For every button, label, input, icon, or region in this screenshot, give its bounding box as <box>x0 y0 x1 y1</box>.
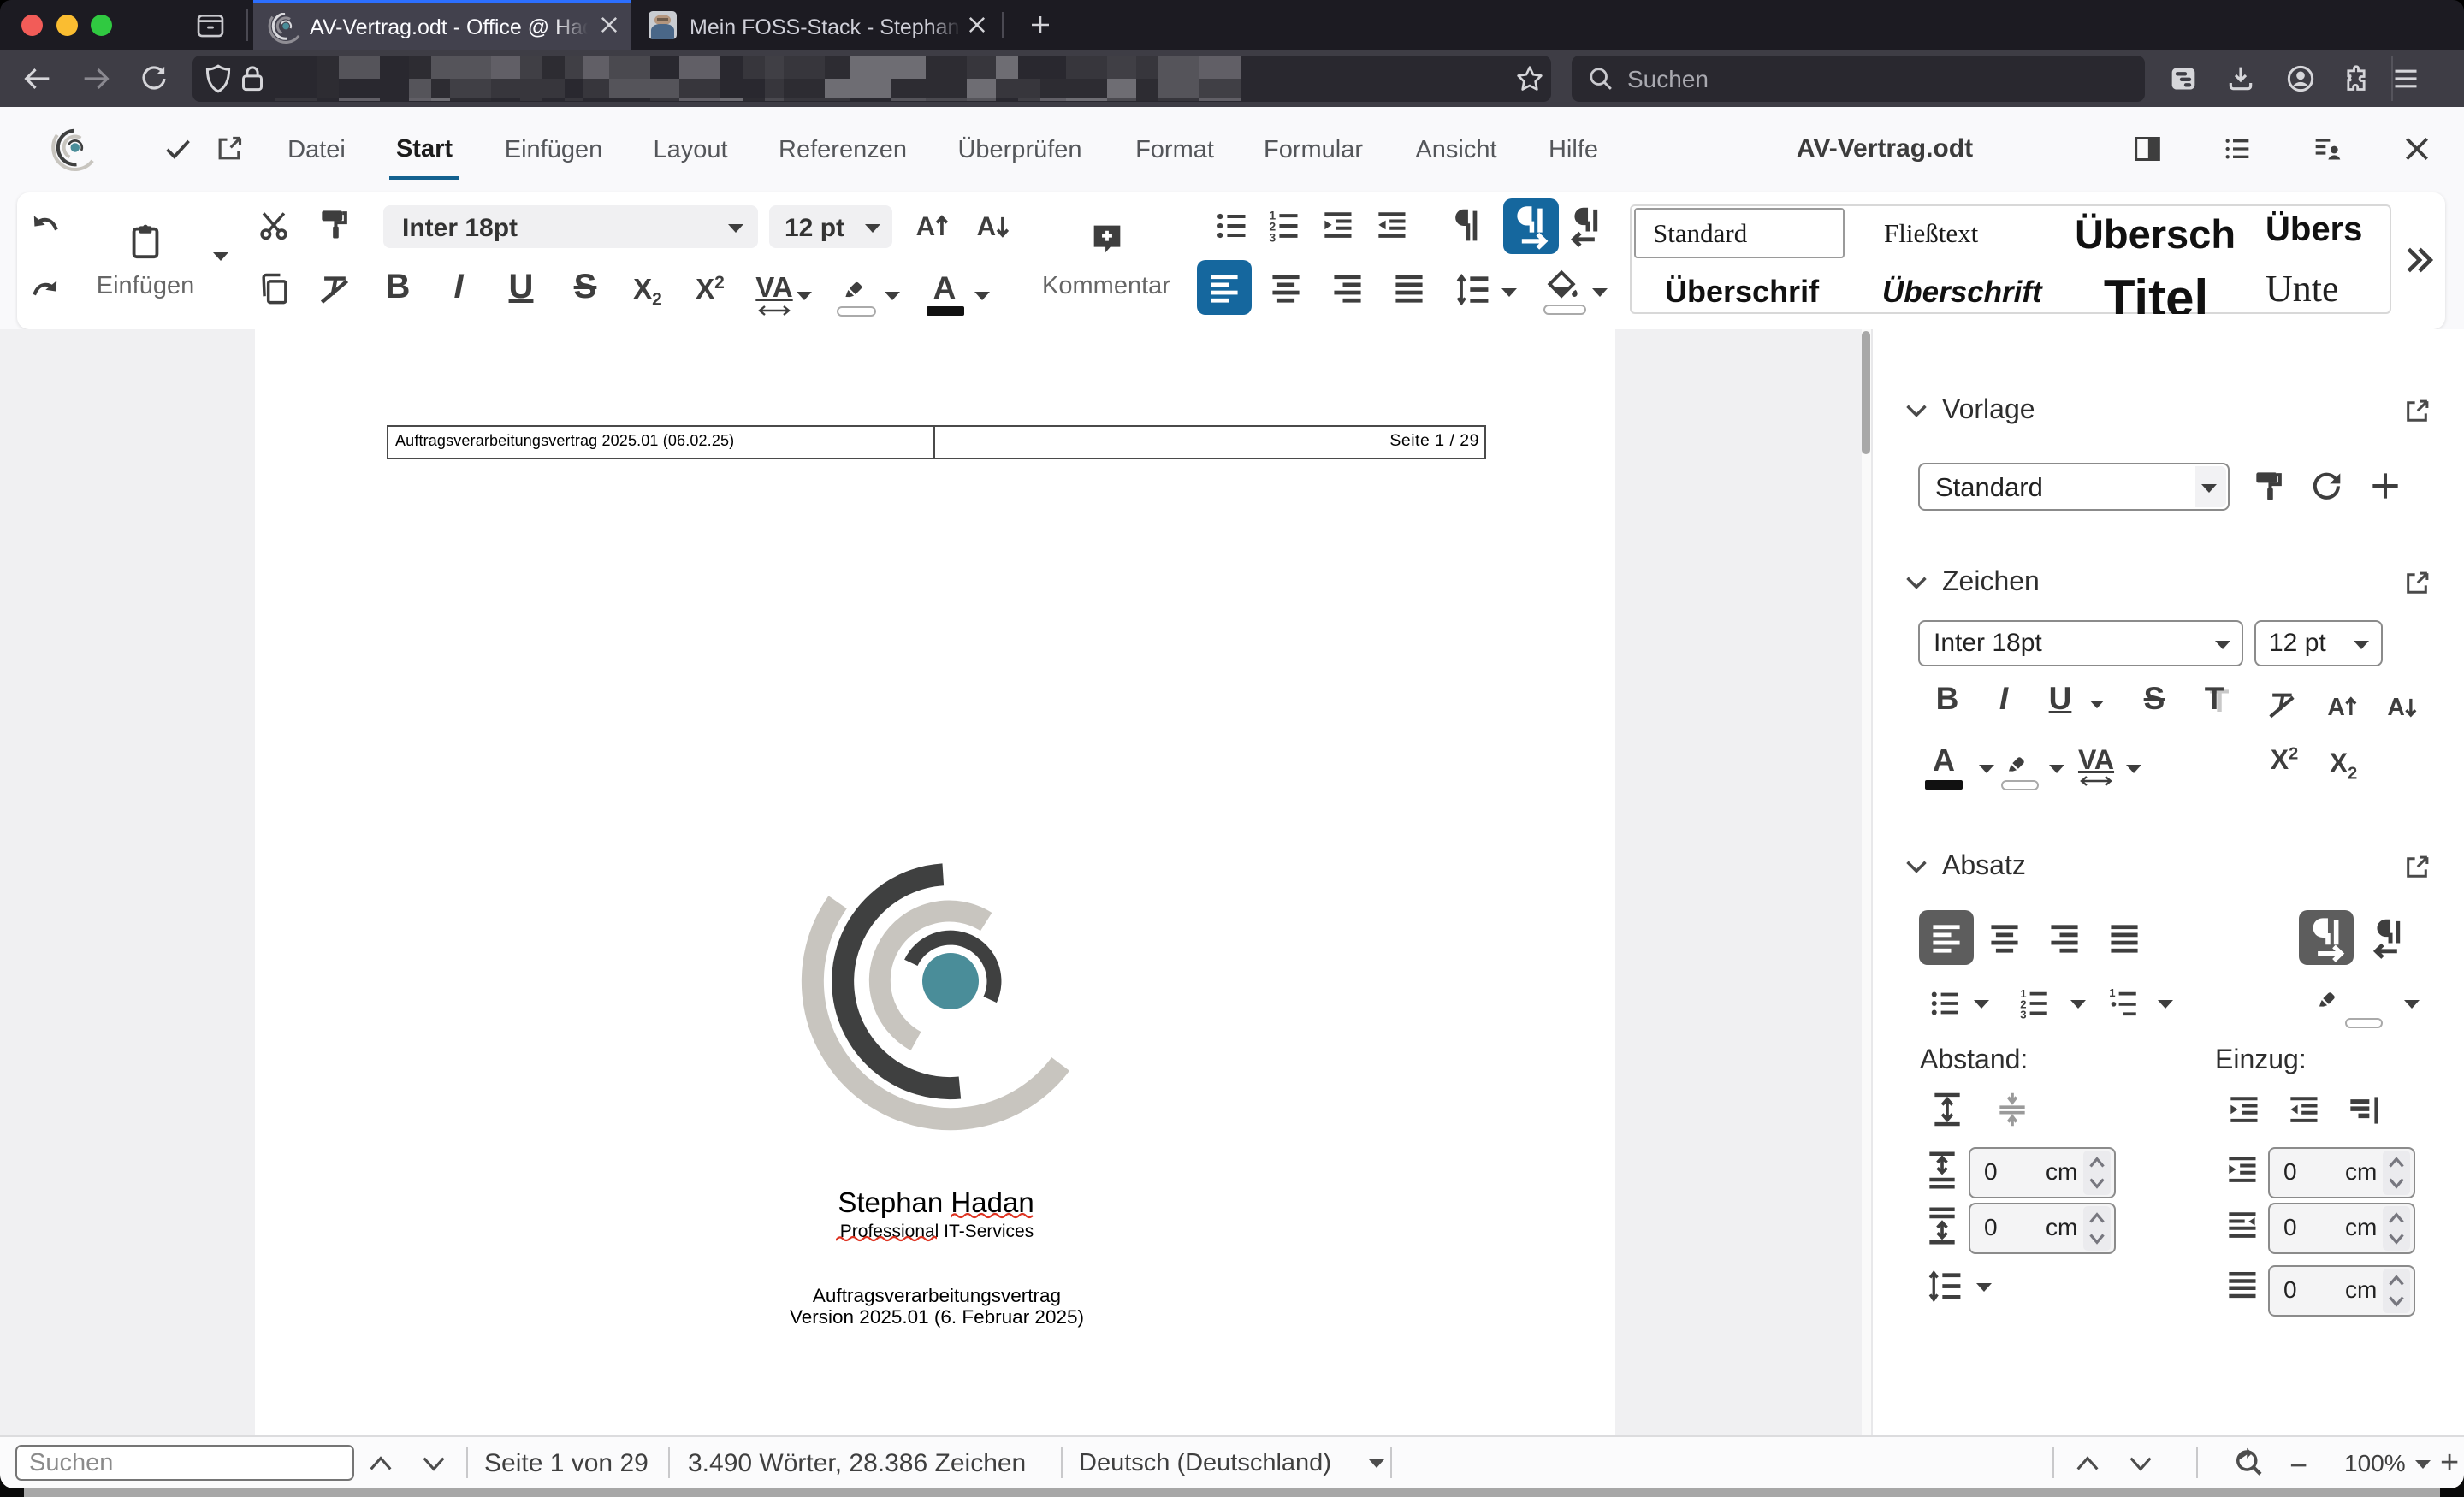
svg-text:3: 3 <box>1270 231 1276 244</box>
svg-text:A: A <box>977 211 997 241</box>
svg-text:3: 3 <box>2020 1009 2026 1021</box>
svg-text:A: A <box>2387 694 2404 721</box>
svg-text:1: 1 <box>2109 986 2115 999</box>
svg-text:A: A <box>2327 694 2344 721</box>
svg-text:A: A <box>916 211 936 241</box>
